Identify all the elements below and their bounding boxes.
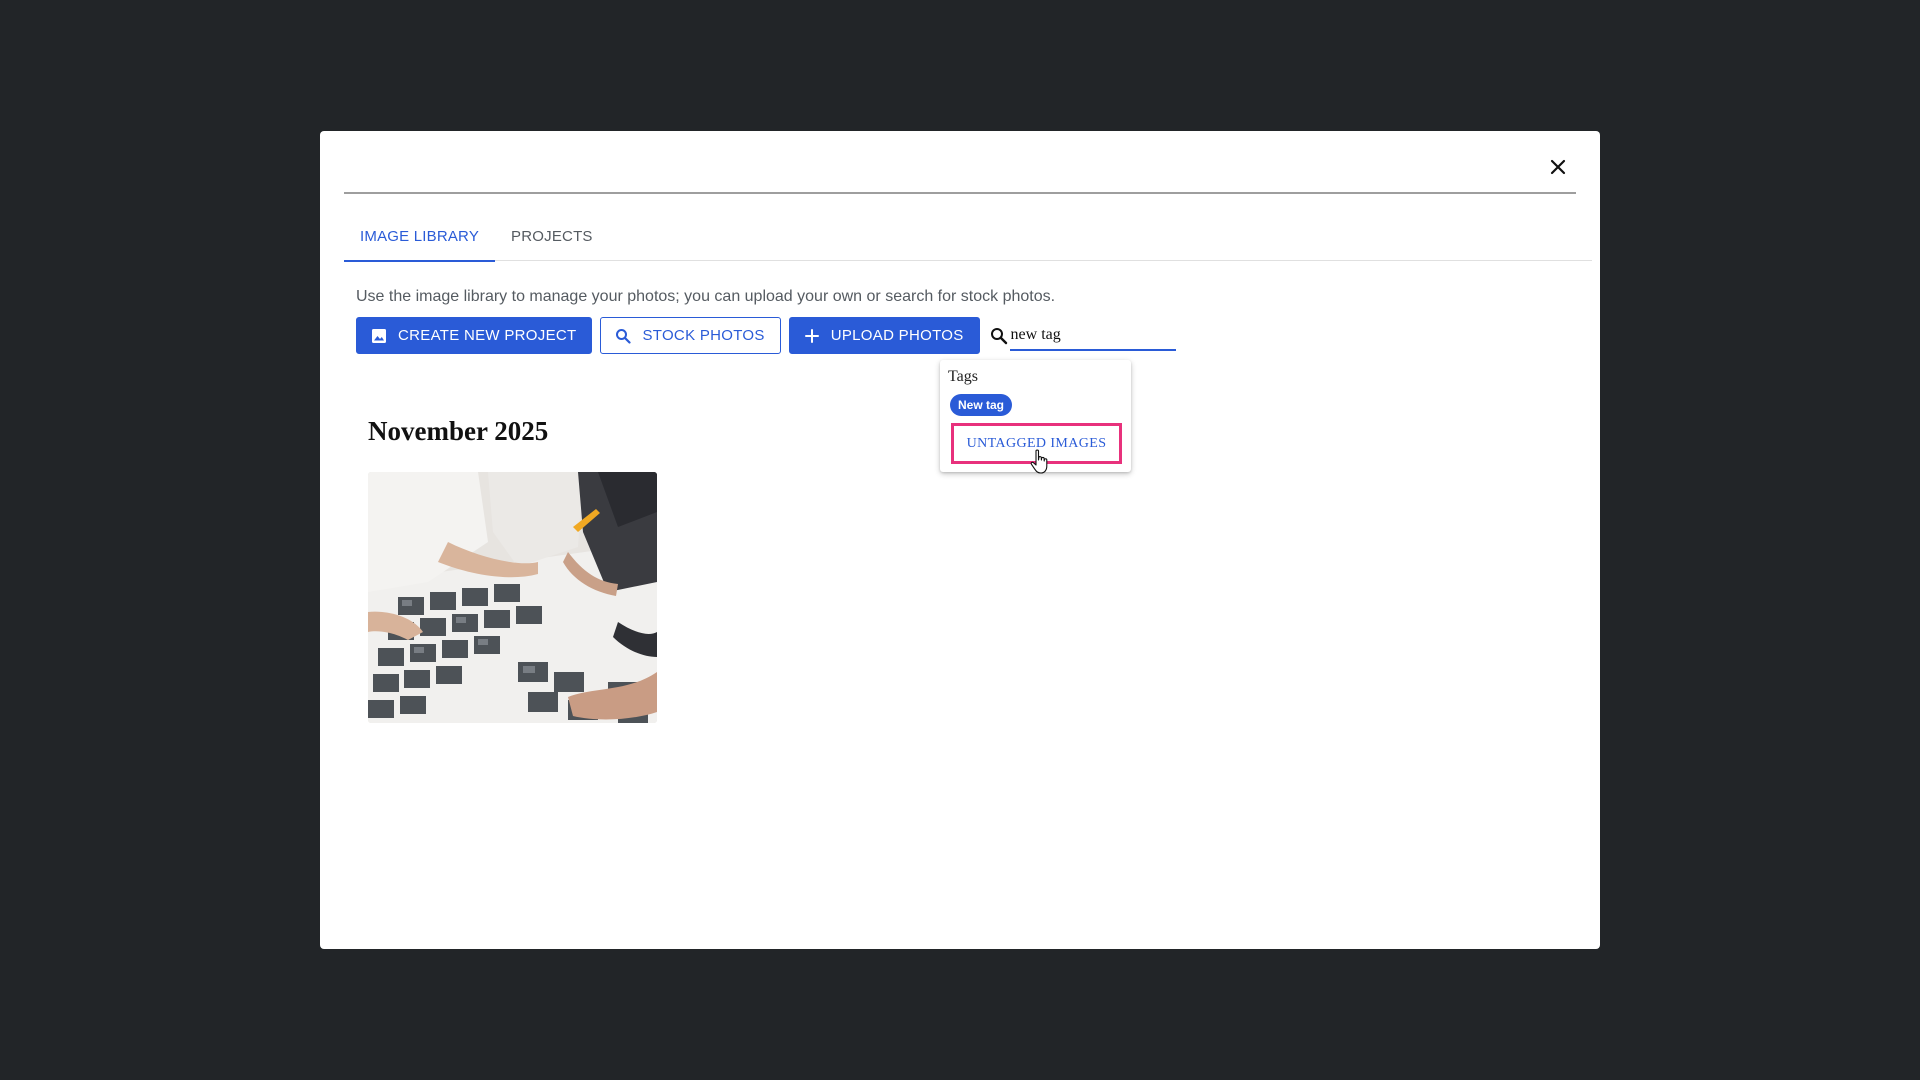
photo-image (368, 472, 657, 723)
tag-search (988, 320, 1176, 351)
stock-photos-button[interactable]: STOCK PHOTOS (600, 317, 781, 354)
create-new-project-button[interactable]: CREATE NEW PROJECT (356, 317, 593, 354)
plus-icon (803, 327, 821, 345)
tags-heading: Tags (948, 368, 978, 385)
tab-bar: IMAGE LIBRARY PROJECTS (344, 211, 1592, 262)
intro-text: Use the image library to manage your pho… (356, 288, 1056, 305)
image-icon (370, 327, 388, 345)
tab-image-library[interactable]: IMAGE LIBRARY (344, 211, 496, 262)
tag-suggestions-dropdown: Tags New tag UNTAGGED IMAGES (940, 360, 1131, 472)
create-new-project-label: CREATE NEW PROJECT (398, 327, 577, 344)
tag-chip-new-tag[interactable]: New tag (950, 394, 1013, 416)
search-icon (988, 325, 1010, 347)
toolbar: CREATE NEW PROJECT STOCK PHOTOS UPLOAD P… (356, 317, 1176, 354)
header-divider (344, 192, 1576, 194)
search-icon (614, 327, 632, 345)
image-thumbnail[interactable] (368, 472, 657, 723)
close-icon (1550, 159, 1566, 175)
upload-photos-label: UPLOAD PHOTOS (830, 327, 964, 344)
month-group-heading: November 2025 (368, 416, 549, 446)
image-library-dialog: IMAGE LIBRARY PROJECTS Use the image lib… (320, 131, 1600, 949)
tab-projects[interactable]: PROJECTS (495, 211, 609, 261)
upload-photos-button[interactable]: UPLOAD PHOTOS (788, 317, 980, 354)
search-input[interactable] (1009, 320, 1176, 351)
close-button[interactable] (1542, 151, 1574, 183)
untagged-images-button[interactable]: UNTAGGED IMAGES (951, 423, 1122, 464)
stock-photos-label: STOCK PHOTOS (642, 327, 765, 344)
